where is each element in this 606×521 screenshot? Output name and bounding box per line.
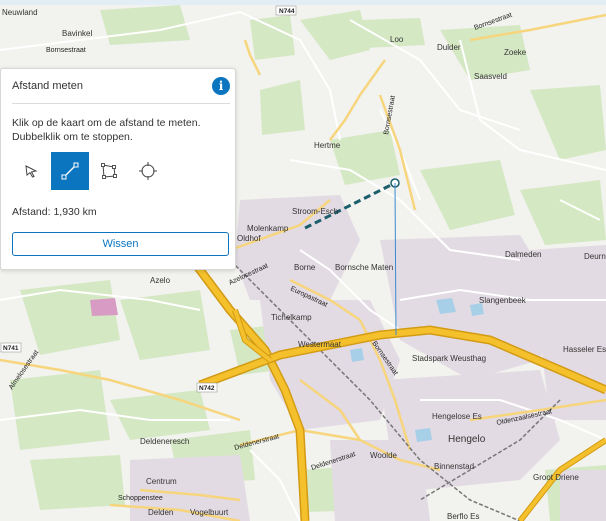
tool-group xyxy=(12,152,168,190)
place-label: Delden xyxy=(148,508,173,517)
place-label: Bornsestraat xyxy=(46,47,86,54)
place-label: Centrum xyxy=(146,477,177,486)
place-label: Vogelbuurt xyxy=(190,508,229,517)
place-label: Deurningen xyxy=(584,252,606,261)
line-icon xyxy=(61,162,79,180)
place-label: Tichelkamp xyxy=(271,313,312,322)
road-label: Schoppenstee xyxy=(118,495,163,502)
place-label: Berflo Es xyxy=(447,512,479,521)
place-label: Woolde xyxy=(370,451,398,460)
place-label: Molenkamp xyxy=(247,224,289,233)
place-label: Westermaat xyxy=(298,340,342,349)
place-label: Hengelo xyxy=(448,434,486,445)
info-icon[interactable]: i xyxy=(212,77,230,95)
place-label: Borne xyxy=(294,263,316,272)
svg-text:N744: N744 xyxy=(279,8,295,15)
select-tool-button[interactable] xyxy=(12,152,50,190)
panel-description: Klik op de kaart om de afstand te meten.… xyxy=(12,117,201,143)
place-label: Binnenstad xyxy=(434,462,474,471)
place-label: Slangenbeek xyxy=(479,296,527,305)
line-tool-button[interactable] xyxy=(51,152,89,190)
divider xyxy=(12,103,230,104)
place-label: Zoeke xyxy=(504,48,527,57)
place-label: Groot Driene xyxy=(533,473,579,482)
place-label: Oldhof xyxy=(237,234,261,243)
panel-title: Afstand meten xyxy=(12,80,83,92)
place-label: Dalmeden xyxy=(505,250,541,259)
place-label: Hertme xyxy=(314,141,341,150)
measure-panel: Afstand meten i Klik op de kaart om de a… xyxy=(0,68,236,270)
place-label: Deldeneresch xyxy=(140,437,189,446)
place-label: Bornsche Maten xyxy=(335,263,393,272)
pointer-icon xyxy=(25,165,38,178)
place-label: Stroom-Esch xyxy=(292,207,338,216)
polygon-tool-button[interactable] xyxy=(90,152,128,190)
place-label: Bavinkel xyxy=(62,29,92,38)
svg-text:N741: N741 xyxy=(3,345,19,352)
place-label: Stadspark Weusthag xyxy=(412,354,486,363)
top-bar xyxy=(0,0,606,5)
distance-readout: Afstand: 1,930 km xyxy=(12,206,97,218)
pink-areas xyxy=(90,298,118,316)
place-label: Dulder xyxy=(437,43,461,52)
clear-button[interactable]: Wissen xyxy=(12,232,229,256)
place-label: Hasseler Es xyxy=(563,345,606,354)
circle-tool-button[interactable] xyxy=(129,152,167,190)
polygon-icon xyxy=(101,163,117,179)
place-label: Loo xyxy=(390,35,404,44)
place-label: Azelo xyxy=(150,276,171,285)
svg-text:N742: N742 xyxy=(199,385,215,392)
place-label: Saasveld xyxy=(474,72,507,81)
circle-crosshair-icon xyxy=(139,162,157,180)
place-label: Neuwland xyxy=(2,8,38,17)
place-label: Hengelose Es xyxy=(432,412,482,421)
